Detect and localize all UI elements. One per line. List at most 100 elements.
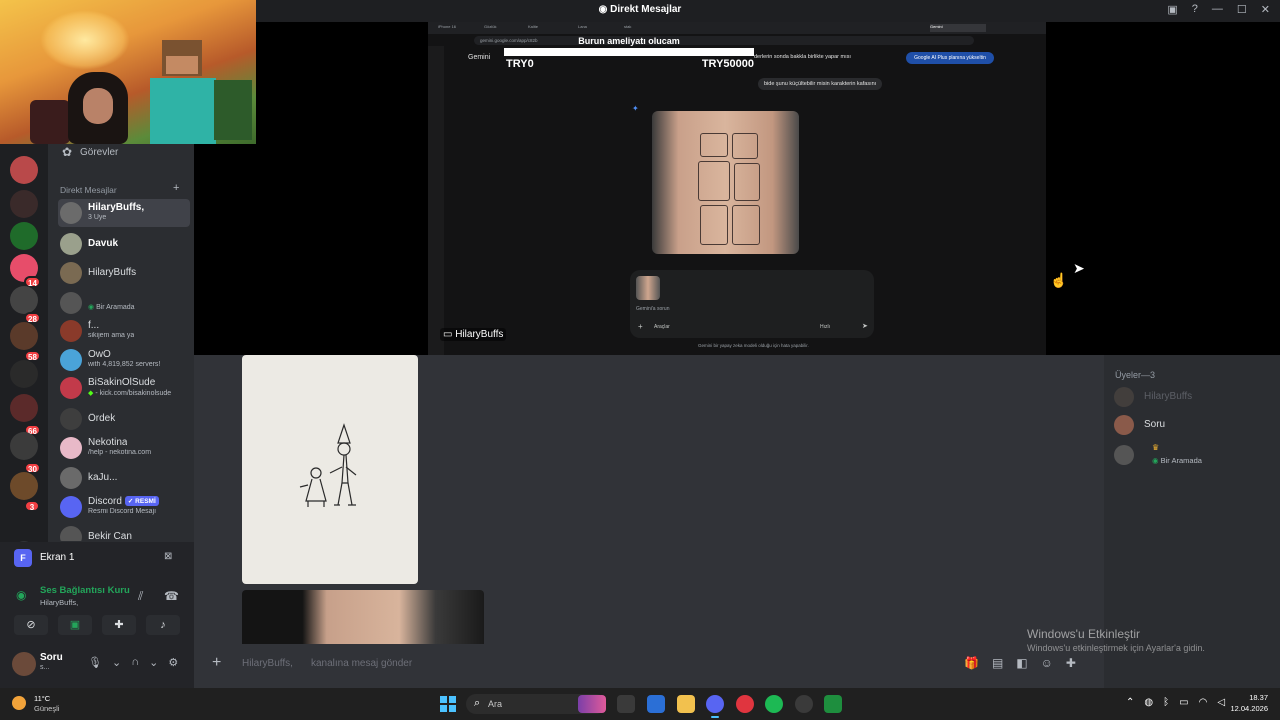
chevron-down-icon[interactable]: ⌄ <box>149 656 158 669</box>
screen-share-row[interactable]: F Ekran 1 ⊠ <box>14 549 184 569</box>
spotify-icon[interactable] <box>765 695 783 713</box>
discord-app-icon[interactable] <box>706 695 724 718</box>
dm-item[interactable]: ◉ Bir Aramada <box>58 289 190 317</box>
dm-name: Davuk <box>88 238 119 249</box>
dm-item[interactable]: f... sikijem ama ya <box>58 317 190 345</box>
folder-icon[interactable] <box>677 695 695 713</box>
bluetooth-icon[interactable]: ᛒ <box>1163 697 1169 708</box>
dm-item[interactable]: HilaryBuffs <box>58 259 190 287</box>
avatar[interactable] <box>12 652 36 676</box>
terminal-icon[interactable] <box>824 695 842 713</box>
camera-button[interactable]: ⊘ <box>14 615 48 635</box>
share-screen-button[interactable]: ▣ <box>58 615 92 635</box>
server-icon[interactable] <box>10 360 38 388</box>
input-tools: 🎁 ▤ ◧ ☺ ✚ <box>964 656 1076 670</box>
member-item[interactable]: HilaryBuffs <box>1114 385 1274 409</box>
discord-icon: ◉ <box>598 4 611 15</box>
server-icon[interactable] <box>10 322 38 350</box>
game-character-body <box>150 78 216 144</box>
windows-start-icon[interactable] <box>440 696 456 712</box>
wifi-icon[interactable]: ◠ <box>1199 697 1208 708</box>
server-icon[interactable] <box>10 472 38 500</box>
emoji-icon[interactable]: ☺ <box>1041 656 1053 670</box>
headphones-icon[interactable]: ∩ <box>131 656 139 669</box>
nav-tasks[interactable]: ✿ Görevler <box>58 143 190 163</box>
close-button[interactable]: ✕ <box>1261 3 1270 16</box>
member-item[interactable]: ♛ ◉ Bir Aramada <box>1114 443 1274 467</box>
browser-tabs: iPhone 16 Gözlük Kalite Lana stak Gemini <box>428 22 1046 34</box>
member-name: Soru <box>1144 419 1166 430</box>
disconnect-icon[interactable]: ☎ <box>164 589 179 603</box>
clock-date: 12.04.2026 <box>1230 704 1268 713</box>
opera-icon[interactable] <box>736 695 754 713</box>
browser-sidebar <box>428 46 444 355</box>
avatar <box>60 349 82 371</box>
message-image-drawing[interactable] <box>242 355 418 584</box>
dm-item[interactable]: kaJu... <box>58 464 190 492</box>
network-icon[interactable]: ◍ <box>1144 697 1153 708</box>
chevron-down-icon[interactable]: ⌄ <box>112 656 121 669</box>
taskbar-clock[interactable]: 18.37 12.04.2026 <box>1226 693 1268 713</box>
server-icon[interactable] <box>10 190 38 218</box>
dm-item[interactable]: Ördek <box>58 405 190 433</box>
search-label: Ara <box>488 699 503 709</box>
apps-icon[interactable]: ✚ <box>1066 656 1076 670</box>
server-icon[interactable] <box>10 222 38 250</box>
activities-button[interactable]: ✚ <box>102 615 136 635</box>
dm-item[interactable]: Nekotina /help - nekotina.com <box>58 434 190 462</box>
dm-name: Bekir Can <box>88 531 132 541</box>
help-icon[interactable]: ? <box>1192 3 1198 16</box>
message-input[interactable]: + HilaryBuffs, kanalına mesaj gönder 🎁 ▤… <box>204 650 1098 678</box>
file-icon[interactable] <box>617 695 635 713</box>
avatar <box>60 437 82 459</box>
screen-share-stream[interactable]: iPhone 16 Gözlük Kalite Lana stak Gemini… <box>194 22 1280 355</box>
browser-app-icon[interactable] <box>795 695 813 713</box>
tattoo-panel <box>700 133 728 157</box>
search-highlight-icon[interactable] <box>578 695 606 713</box>
minimize-button[interactable]: — <box>1212 3 1223 16</box>
voice-channel[interactable]: HilaryBuffs, <box>40 598 78 607</box>
dm-item[interactable]: HilaryBuffs, 3 Üye <box>58 199 190 227</box>
dm-item[interactable]: BiSakinOlSude ◆ - kick.com/bisakinolsude <box>58 374 190 402</box>
noise-suppression-icon[interactable]: ⫽ <box>138 589 143 604</box>
create-dm-button[interactable]: + <box>173 182 179 194</box>
member-name: HilaryBuffs <box>1144 391 1193 402</box>
dm-item[interactable]: Davuk <box>58 230 190 258</box>
display-icon[interactable]: ▭ <box>1179 697 1188 708</box>
member-item[interactable]: Soru <box>1114 413 1274 437</box>
dm-item[interactable]: Discord ✓ RESMİ Resmi Discord Mesajı <box>58 493 190 521</box>
upgrade-button: Google AI Plus planına yükseltin <box>906 52 994 64</box>
weather-temperature: 11°C <box>34 694 51 703</box>
server-icon[interactable] <box>10 286 38 314</box>
avatar <box>60 320 82 342</box>
voice-status[interactable]: Ses Bağlantısı Kuru <box>40 585 130 596</box>
gif-icon[interactable]: ▤ <box>992 656 1003 670</box>
gemini-sparkle-icon: ✦ <box>632 104 639 113</box>
microphone-icon[interactable]: 🎙 <box>88 656 102 669</box>
volume-icon[interactable]: ◁ <box>1217 697 1225 708</box>
upload-icon[interactable]: + <box>212 654 221 672</box>
server-icon[interactable] <box>10 394 38 422</box>
dm-item[interactable]: Bekir Can <box>58 523 190 541</box>
server-icon[interactable] <box>10 156 38 184</box>
member-list-header: Üyeler—3 <box>1115 370 1156 380</box>
store-icon[interactable] <box>647 695 665 713</box>
dm-subtext: /help - nekotina.com <box>88 449 152 456</box>
avatar <box>60 202 82 224</box>
gift-icon[interactable]: 🎁 <box>964 656 979 670</box>
message-image-tattoo[interactable] <box>242 590 484 644</box>
windows-activation-watermark: Windows'u Etkinleştir Windows'u etkinleş… <box>1027 627 1205 653</box>
browser-tab: Gözlük <box>484 24 497 29</box>
inbox-icon[interactable]: ▣ <box>1167 3 1177 16</box>
server-icon[interactable] <box>10 432 38 460</box>
soundboard-button[interactable]: ♪ <box>146 615 180 635</box>
plus-icon: + <box>638 322 643 331</box>
sticker-icon[interactable]: ◧ <box>1016 656 1027 670</box>
member-activity: ◉ Bir Aramada <box>1152 456 1202 465</box>
gear-icon[interactable]: ⚙ <box>168 656 178 669</box>
chevron-up-icon[interactable]: ⌃ <box>1126 697 1134 708</box>
dm-item[interactable]: OwO with 4,819,852 servers! <box>58 346 190 374</box>
maximize-button[interactable]: ☐ <box>1237 3 1247 16</box>
stop-stream-icon[interactable]: ⊠ <box>164 551 172 562</box>
taskbar: 11°C Güneşli ⌕ Ara ⌃ ◍ ᛒ ▭ ◠ ◁ 18.37 12.… <box>0 688 1280 720</box>
